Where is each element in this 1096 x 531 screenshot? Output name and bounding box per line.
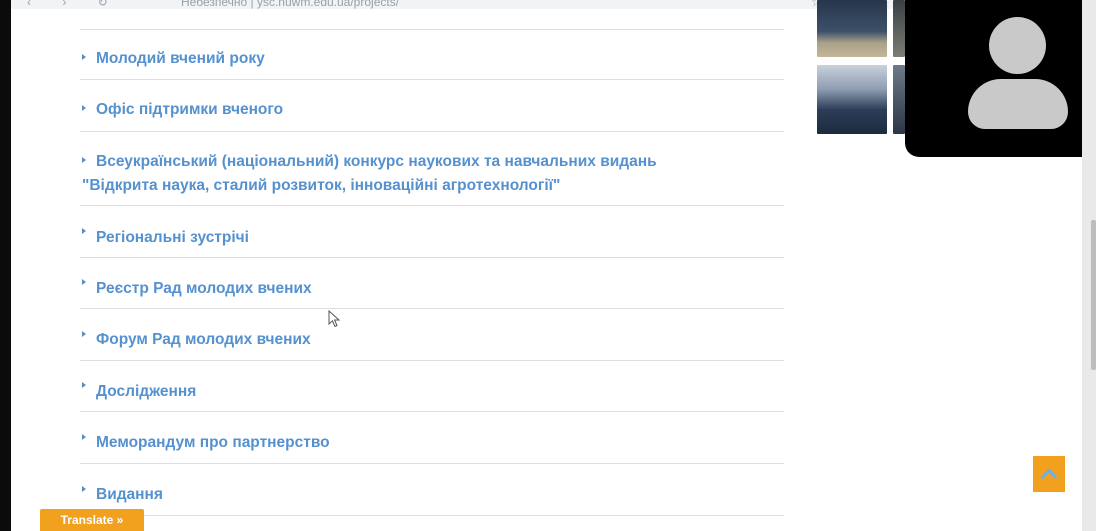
menu-item-label[interactable]: Дослідження	[96, 380, 196, 404]
menu-item-council-registry[interactable]: Реєстр Рад молодих вчених	[80, 258, 784, 309]
browser-toolbar: ‹ › ↻ Небезпечно | ysc.nuwm.edu.ua/proje…	[11, 0, 901, 9]
left-edge-bar	[0, 0, 11, 531]
translate-button[interactable]: Translate »	[40, 509, 144, 531]
menu-item-council-forum[interactable]: Форум Рад молодих вчених	[80, 309, 784, 361]
chevron-up-icon	[1040, 468, 1058, 486]
caret-right-icon	[82, 331, 86, 337]
menu-item-young-scientist[interactable]: Молодий вчений року	[80, 30, 784, 80]
menu-item-label[interactable]: Меморандум про партнерство	[96, 431, 330, 455]
caret-right-icon	[82, 54, 86, 60]
menu-item-publications[interactable]: Видання	[80, 464, 784, 516]
menu-item-regional-meetings[interactable]: Регіональні зустрічі	[80, 206, 784, 258]
menu-item-label[interactable]: Всеукраїнський (національний) конкурс на…	[96, 150, 657, 174]
video-participant-tile	[905, 0, 1096, 157]
browser-nav-controls[interactable]: ‹ › ↻	[27, 0, 122, 9]
photo-gallery	[817, 0, 905, 134]
menu-item-national-contest[interactable]: Всеукраїнський (національний) конкурс на…	[80, 132, 784, 206]
user-avatar-body	[968, 79, 1068, 129]
address-bar[interactable]: Небезпечно | ysc.nuwm.edu.ua/projects/	[181, 0, 399, 9]
caret-right-icon	[82, 434, 86, 440]
back-to-top-button[interactable]	[1033, 456, 1065, 492]
menu-item-label[interactable]: Реєстр Рад молодих вчених	[96, 277, 312, 301]
menu-item-research[interactable]: Дослідження	[80, 361, 784, 412]
caret-right-icon	[82, 105, 86, 111]
caret-right-icon	[82, 382, 86, 388]
gallery-photo[interactable]	[893, 65, 905, 134]
menu-item-memorandum[interactable]: Меморандум про партнерство	[80, 412, 784, 464]
gallery-photo[interactable]	[817, 65, 887, 134]
menu-item-label[interactable]: Молодий вчений року	[96, 47, 265, 71]
gallery-photo[interactable]	[893, 0, 905, 57]
menu-item-label-line2[interactable]: "Відкрита наука, сталий розвиток, іннова…	[82, 174, 560, 198]
menu-item-label[interactable]: Офіс підтримки вченого	[96, 98, 283, 122]
caret-right-icon	[82, 279, 86, 285]
mouse-cursor-icon	[328, 310, 341, 328]
menu-item-label[interactable]: Форум Рад молодих вчених	[96, 328, 311, 352]
caret-right-icon	[82, 157, 86, 163]
user-avatar-icon	[989, 17, 1046, 74]
caret-right-icon	[82, 486, 86, 492]
menu-item-support-office[interactable]: Офіс підтримки вченого	[80, 80, 784, 132]
menu-item-label[interactable]: Видання	[96, 483, 163, 507]
caret-right-icon	[82, 228, 86, 234]
scrollbar-thumb[interactable]	[1091, 220, 1096, 370]
menu-item-label[interactable]: Регіональні зустрічі	[96, 226, 249, 250]
gallery-photo[interactable]	[817, 0, 887, 57]
